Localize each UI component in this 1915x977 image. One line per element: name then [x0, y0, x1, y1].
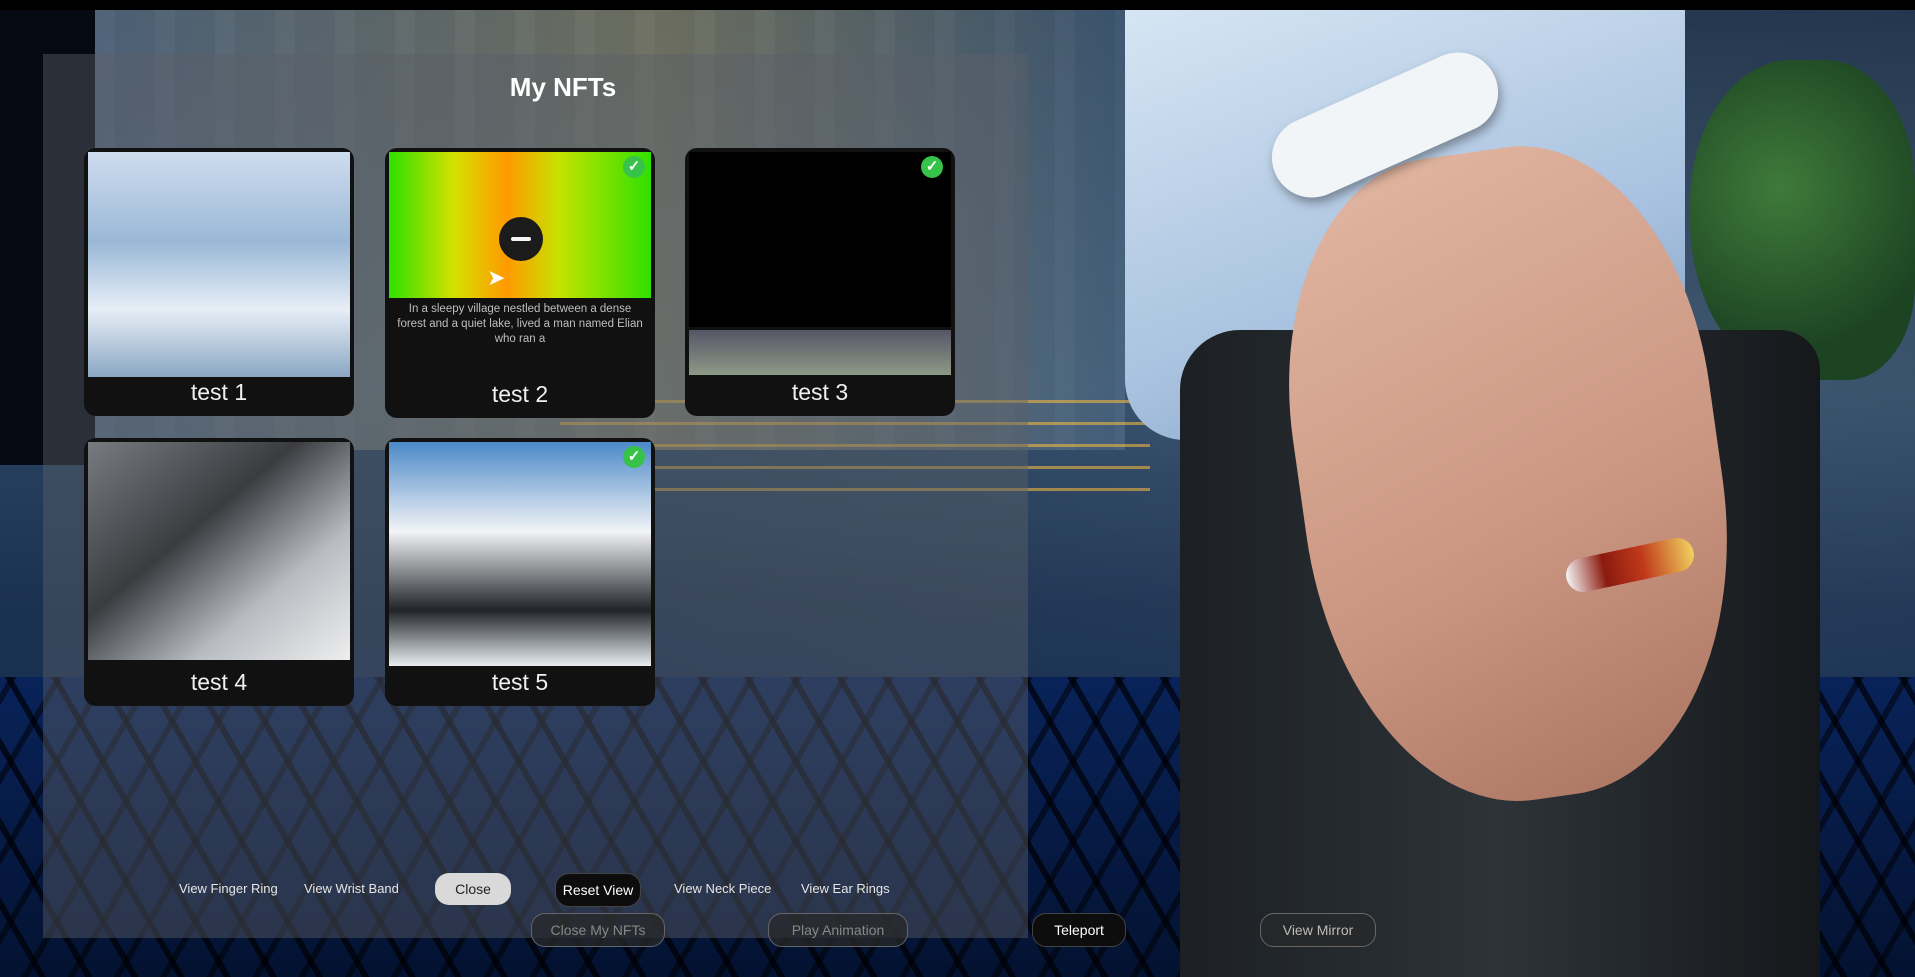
nft-card-test-3[interactable]: test 3 ✓ — [685, 148, 955, 416]
nft-thumbnail-strip — [689, 330, 951, 375]
nft-thumbnail — [88, 152, 350, 377]
view-wrist-band-button[interactable]: View Wrist Band — [304, 881, 399, 896]
nft-card-label: test 5 — [491, 669, 549, 695]
nft-card-label: test 3 — [791, 379, 849, 405]
nft-card-test-4[interactable]: test 4 — [84, 438, 354, 706]
top-edge-bar — [0, 0, 1915, 10]
nft-description: In a sleepy village nestled between a de… — [397, 303, 643, 345]
view-mirror-button[interactable]: View Mirror — [1260, 913, 1376, 947]
nft-thumbnail — [88, 442, 350, 660]
reset-view-button[interactable]: Reset View — [555, 873, 641, 907]
teleport-button[interactable]: Teleport — [1032, 913, 1126, 947]
view-ear-rings-button[interactable]: View Ear Rings — [801, 881, 890, 896]
nft-card-test-1[interactable]: test 1 — [84, 148, 354, 416]
nft-thumbnail — [389, 442, 651, 666]
panel-title: My NFTs — [509, 72, 617, 102]
nft-card-label: test 4 — [190, 669, 248, 695]
nft-thumbnail — [689, 152, 951, 327]
mouse-pointer-icon: ➤ — [487, 265, 506, 290]
nft-card-test-5[interactable]: test 5 ✓ — [385, 438, 655, 706]
nft-card-test-2[interactable]: In a sleepy village nestled between a de… — [385, 148, 655, 418]
nft-card-label: test 1 — [190, 379, 248, 405]
view-neck-piece-button[interactable]: View Neck Piece — [674, 881, 771, 896]
close-button[interactable]: Close — [435, 873, 511, 905]
minus-circle-icon[interactable] — [499, 217, 543, 261]
check-circle-icon: ✓ — [623, 156, 645, 178]
nft-thumbnail — [389, 152, 651, 298]
close-my-nfts-button[interactable]: Close My NFTs — [531, 913, 665, 947]
view-finger-ring-button[interactable]: View Finger Ring — [179, 881, 278, 896]
nft-card-label: test 2 — [491, 381, 549, 407]
play-animation-button[interactable]: Play Animation — [768, 913, 908, 947]
check-circle-icon: ✓ — [623, 446, 645, 468]
check-circle-icon: ✓ — [921, 156, 943, 178]
